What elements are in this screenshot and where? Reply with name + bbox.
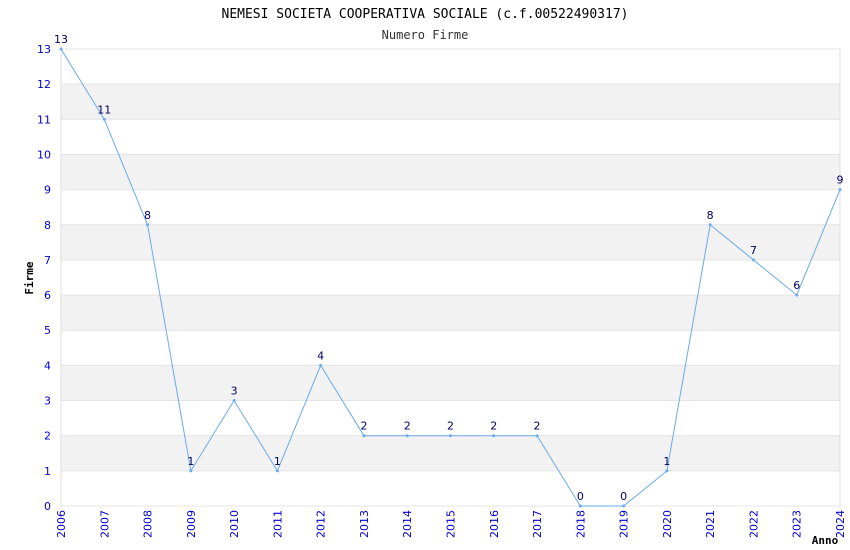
data-point	[319, 363, 323, 367]
x-tick-label: 2014	[401, 510, 414, 538]
x-tick-label: 2008	[142, 510, 155, 538]
data-point	[275, 469, 279, 473]
x-tick-label: 2015	[445, 510, 458, 538]
x-tick-label: 2023	[791, 510, 804, 538]
y-tick-label: 8	[44, 219, 51, 232]
data-label: 1	[663, 455, 670, 468]
data-label: 1	[187, 455, 194, 468]
data-point	[189, 469, 193, 473]
grid-band	[61, 435, 840, 471]
data-point	[146, 223, 150, 227]
chart-title: NEMESI SOCIETA COOPERATIVA SOCIALE (c.f.…	[222, 7, 629, 22]
x-tick-label: 2013	[358, 510, 371, 538]
x-tick-label: 2009	[185, 510, 198, 538]
data-point	[405, 434, 409, 438]
grid-band	[61, 295, 840, 331]
data-label: 8	[707, 209, 714, 222]
y-tick-label: 7	[44, 254, 51, 267]
y-tick-label: 5	[44, 324, 51, 337]
y-tick-label: 1	[44, 465, 51, 478]
y-tick-label: 11	[37, 113, 51, 126]
data-label: 6	[793, 279, 800, 292]
data-point	[622, 504, 626, 508]
y-tick-label: 13	[37, 43, 51, 56]
grid-band	[61, 224, 840, 260]
data-point	[578, 504, 582, 508]
x-tick-labels: 2006 2007 2008 2009 2010 2011 2012 2013 2014 2015…	[55, 510, 847, 538]
data-point	[751, 258, 755, 262]
x-tick-label: 2019	[618, 510, 631, 538]
data-label: 13	[54, 33, 68, 46]
data-point	[449, 434, 452, 438]
data-label: 11	[97, 103, 111, 116]
data-point	[102, 117, 106, 121]
data-label: 3	[231, 385, 238, 398]
y-tick-label: 6	[44, 289, 51, 302]
grid-band	[61, 84, 840, 120]
data-point	[708, 223, 712, 227]
y-tick-label: 12	[37, 78, 51, 91]
data-label: 4	[317, 349, 324, 362]
data-point	[492, 434, 496, 438]
y-tick-labels: 012345678910111213	[37, 43, 51, 513]
data-label: 0	[577, 490, 584, 503]
chart-subtitle: Numero Firme	[382, 28, 469, 42]
data-point	[362, 434, 366, 438]
data-point	[232, 399, 236, 403]
x-tick-label: 2012	[315, 510, 328, 538]
y-tick-label: 2	[44, 430, 51, 443]
data-label: 2	[534, 420, 541, 433]
data-label: 2	[490, 420, 497, 433]
data-label: 9	[837, 174, 844, 187]
line-chart: NEMESI SOCIETA COOPERATIVA SOCIALE (c.f.…	[23, 7, 847, 547]
data-point	[535, 434, 539, 438]
y-tick-label: 4	[44, 359, 51, 372]
x-tick-label: 2024	[834, 510, 847, 538]
data-point	[795, 293, 799, 297]
data-label: 8	[144, 209, 151, 222]
data-label: 7	[750, 244, 757, 257]
data-label: 0	[620, 490, 627, 503]
data-point	[665, 469, 669, 473]
y-axis-label: Firme	[23, 261, 36, 294]
x-tick-label: 2020	[661, 510, 674, 538]
x-tick-label: 2016	[488, 510, 501, 538]
y-tick-label: 9	[44, 184, 51, 197]
x-tick-label: 2017	[531, 510, 544, 538]
x-tick-label: 2007	[98, 510, 111, 538]
y-tick-label: 10	[37, 148, 51, 161]
y-tick-label: 0	[44, 500, 51, 513]
x-tick-label: 2011	[271, 510, 284, 538]
y-tick-label: 3	[44, 395, 51, 408]
grid-band	[61, 154, 840, 190]
x-tick-label: 2021	[704, 510, 717, 538]
data-label: 2	[360, 420, 367, 433]
x-tick-label: 2006	[55, 510, 68, 538]
data-label: 2	[404, 420, 411, 433]
data-point	[838, 188, 842, 192]
data-point	[59, 47, 63, 51]
x-tick-label: 2010	[228, 510, 241, 538]
grid-bands	[61, 84, 840, 471]
data-label: 2	[447, 420, 454, 433]
x-tick-label: 2018	[574, 510, 587, 538]
data-label: 1	[274, 455, 281, 468]
x-tick-label: 2022	[747, 510, 760, 538]
